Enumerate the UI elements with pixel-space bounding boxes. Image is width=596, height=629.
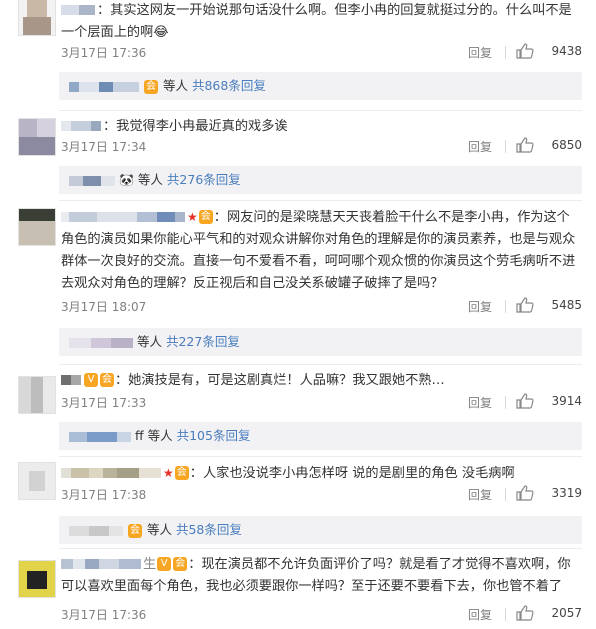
avatar[interactable] [18, 560, 56, 598]
divider [59, 548, 582, 549]
timestamp: 3月17日 18:07 [61, 300, 147, 314]
vip-badge-icon: 会 [198, 210, 213, 224]
reply-avatars [69, 78, 139, 93]
vip-badge-icon: 会 [143, 79, 158, 94]
divider [59, 200, 582, 201]
reply-button[interactable]: 回复 [468, 486, 492, 503]
reply-suffix: 等人 [146, 522, 172, 537]
reply-summary[interactable]: 等人 共227条回复 [59, 328, 582, 356]
username[interactable] [61, 5, 95, 15]
like-count: 3914 [551, 394, 582, 408]
vip-v-badge-icon: V [84, 373, 98, 387]
username-suffix: 生 [143, 557, 157, 572]
like-icon[interactable] [516, 605, 534, 624]
timestamp: 3月17日 17:33 [61, 396, 147, 410]
vip-badge-icon: 会 [100, 373, 114, 387]
view-replies-link[interactable]: 共105条回复 [177, 428, 251, 443]
username[interactable] [61, 212, 185, 222]
like-count: 5485 [551, 298, 582, 312]
reply-summary[interactable]: 会 等人 共868条回复 [59, 72, 582, 100]
avatar[interactable] [18, 462, 56, 500]
like-count: 3319 [551, 486, 582, 500]
username[interactable] [61, 121, 101, 131]
verified-badge-icon: ★ [163, 466, 174, 480]
comment-text: ★ 会：网友问的是梁晓慧天天丧着脸干什么不是李小冉，作为这个角色的演员如果你能心平… [61, 206, 582, 295]
reply-avatars [69, 522, 123, 537]
avatar[interactable] [18, 118, 56, 156]
comment-meta: 3月17日 17:36 回复 9438 [61, 42, 582, 62]
reply-avatars [69, 334, 133, 349]
avatar[interactable] [18, 376, 56, 414]
like-icon[interactable] [516, 297, 534, 316]
comment-meta: 3月17日 17:38 回复 3319 [61, 484, 582, 504]
view-replies-link[interactable]: 共227条回复 [166, 334, 240, 349]
reply-button[interactable]: 回复 [468, 138, 492, 155]
divider [505, 140, 506, 153]
reply-summary[interactable]: 会 等人 共58条回复 [59, 516, 582, 544]
comment-text: ：我觉得李小冉最近真的戏多诶 [61, 116, 582, 138]
reply-suffix: 等人 [162, 78, 188, 93]
reply-suffix: 等人 [137, 172, 163, 187]
like-icon[interactable] [516, 393, 534, 412]
comment-body: ：她演技是有，可是这剧真烂！人品嘛？我又跟她不熟… [115, 373, 445, 388]
username[interactable] [61, 375, 81, 385]
comment-text: ★ 会：人家也没说李小冉怎样呀 说的是剧里的角色 没毛病啊 [61, 462, 582, 485]
username[interactable] [61, 559, 141, 569]
divider [505, 396, 506, 409]
like-icon[interactable] [516, 43, 534, 62]
reply-summary[interactable]: ff 等人 共105条回复 [59, 422, 582, 450]
comment-text: ：其实这网友一开始说那句话没什么啊。但李小冉的回复就挺过分的。什么叫不是一个层面… [61, 0, 582, 44]
timestamp: 3月17日 17:38 [61, 488, 147, 502]
timestamp: 3月17日 17:36 [61, 608, 147, 622]
reply-suffix: 等人 [136, 334, 162, 349]
comment-text: 生 V 会：现在演员都不允许负面评价了吗？就是看了才觉得不喜欢啊，你可以喜欢里面每个… [61, 554, 582, 598]
divider [505, 46, 506, 59]
vip-badge-icon: 会 [127, 523, 142, 538]
like-icon[interactable] [516, 137, 534, 156]
avatar[interactable] [18, 0, 56, 36]
verified-badge-icon: ★ [187, 210, 198, 224]
timestamp: 3月17日 17:34 [61, 140, 147, 154]
reply-prefix: ff [134, 428, 144, 443]
reply-avatars [69, 428, 131, 443]
view-replies-link[interactable]: 共58条回复 [176, 522, 242, 537]
divider [59, 110, 582, 111]
comment-body: ：我觉得李小冉最近真的戏多诶 [103, 119, 288, 134]
view-replies-link[interactable]: 共868条回复 [192, 78, 266, 93]
comment-body: ：网友问的是梁晓慧天天丧着脸干什么不是李小冉，作为这个角色的演员如果你能心平气和… [61, 210, 576, 291]
reply-button[interactable]: 回复 [468, 298, 492, 315]
divider [59, 364, 582, 365]
avatar[interactable] [18, 208, 56, 246]
username[interactable] [61, 468, 161, 478]
like-icon[interactable] [516, 485, 534, 504]
divider [505, 608, 506, 621]
comment-text: V 会：她演技是有，可是这剧真烂！人品嘛？我又跟她不熟… [61, 370, 582, 392]
reply-button[interactable]: 回复 [468, 394, 492, 411]
timestamp: 3月17日 17:36 [61, 46, 147, 60]
panda-icon: 🐼 [118, 173, 134, 187]
vip-v-badge-icon: V [157, 557, 172, 571]
comment-meta: 3月17日 17:36 回复 2057 [61, 604, 582, 624]
view-replies-link[interactable]: 共276条回复 [167, 172, 241, 187]
divider [505, 488, 506, 501]
comment-meta: 3月17日 17:33 回复 3914 [61, 392, 582, 412]
vip-badge-icon: 会 [174, 466, 189, 480]
comment-body: ：其实这网友一开始说那句话没什么啊。但李小冉的回复就挺过分的。什么叫不是一个层面… [61, 3, 572, 40]
like-count: 9438 [551, 44, 582, 58]
reply-button[interactable]: 回复 [468, 606, 492, 623]
vip-badge-icon: 会 [173, 557, 188, 571]
divider [59, 456, 582, 457]
reply-suffix: 等人 [147, 428, 173, 443]
comment-body: ：人家也没说李小冉怎样呀 说的是剧里的角色 没毛病啊 [189, 466, 515, 481]
like-count: 2057 [551, 606, 582, 620]
divider [505, 300, 506, 313]
comment-meta: 3月17日 17:34 回复 6850 [61, 136, 582, 156]
reply-summary[interactable]: 🐼 等人 共276条回复 [59, 166, 582, 194]
reply-avatars [69, 172, 115, 187]
like-count: 6850 [551, 138, 582, 152]
comment-meta: 3月17日 18:07 回复 5485 [61, 296, 582, 316]
reply-button[interactable]: 回复 [468, 44, 492, 61]
